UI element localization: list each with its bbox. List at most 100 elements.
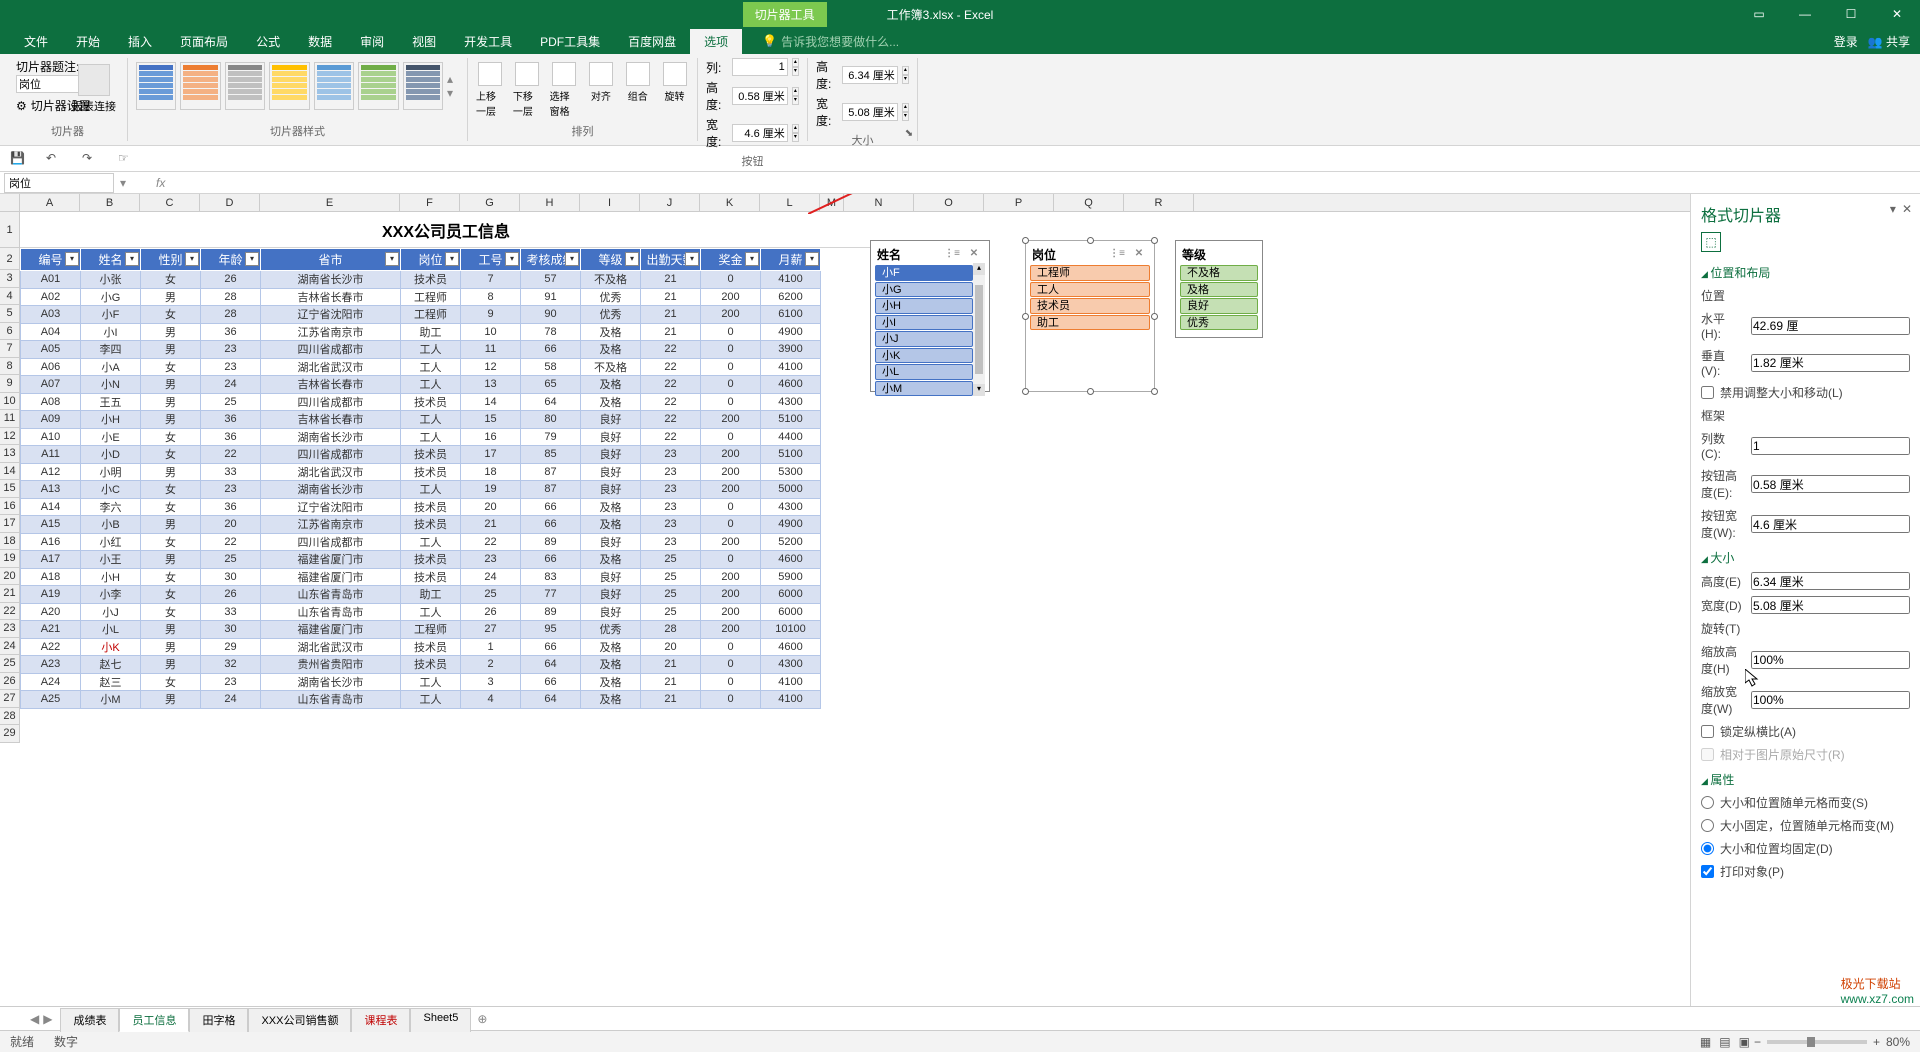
- formula-bar[interactable]: [171, 173, 1920, 193]
- zoom-in-icon[interactable]: +: [1873, 1035, 1880, 1049]
- row-header[interactable]: 24: [0, 638, 19, 656]
- size-properties-icon[interactable]: ⬚: [1701, 232, 1721, 252]
- multi-select-icon[interactable]: ⋮≡: [943, 247, 961, 261]
- btn-width-spinner[interactable]: ▴▾: [792, 124, 799, 142]
- clear-filter-icon[interactable]: ✕: [965, 247, 983, 261]
- table-row[interactable]: A17小王男25福建省厦门市技术员2366及格2504600: [21, 551, 821, 569]
- slicer-item[interactable]: 工程师: [1030, 265, 1150, 281]
- sheet-tab[interactable]: Sheet5: [410, 1008, 471, 1032]
- radio-fixed[interactable]: [1701, 842, 1714, 855]
- table-header[interactable]: 省市▾: [261, 249, 401, 271]
- sheet-tab[interactable]: 田字格: [189, 1008, 248, 1032]
- row-header[interactable]: 13: [0, 445, 19, 463]
- table-row[interactable]: A03小F女28辽宁省沈阳市工程师990优秀212006100: [21, 306, 821, 324]
- redo-icon[interactable]: ↷: [82, 151, 98, 167]
- row-header[interactable]: 23: [0, 620, 19, 638]
- table-header[interactable]: 考核成绩▾: [521, 249, 581, 271]
- table-row[interactable]: A04小I男36江苏省南京市助工1078及格2104900: [21, 323, 821, 341]
- table-row[interactable]: A01小张女26湖南省长沙市技术员757不及格2104100: [21, 271, 821, 289]
- ribbon-options-icon[interactable]: ▭: [1736, 0, 1782, 28]
- col-header[interactable]: R: [1124, 194, 1194, 211]
- filter-dropdown-icon[interactable]: ▾: [505, 252, 519, 266]
- zoom-value[interactable]: 80%: [1886, 1035, 1910, 1049]
- clear-filter-icon[interactable]: ✕: [1130, 247, 1148, 261]
- minimize-icon[interactable]: —: [1782, 0, 1828, 28]
- slicer-item[interactable]: 小K: [875, 348, 973, 364]
- size-width-input[interactable]: [1751, 596, 1910, 614]
- slicer-position[interactable]: 岗位⋮≡✕ 工程师工人技术员助工: [1025, 240, 1155, 392]
- col-header[interactable]: K: [700, 194, 760, 211]
- row-header[interactable]: 17: [0, 515, 19, 533]
- filter-dropdown-icon[interactable]: ▾: [385, 252, 399, 266]
- col-header[interactable]: Q: [1054, 194, 1124, 211]
- column-headers[interactable]: ABCDEFGHIJKLMNOPQR: [20, 194, 1690, 212]
- filter-dropdown-icon[interactable]: ▾: [685, 252, 699, 266]
- table-header[interactable]: 岗位▾: [401, 249, 461, 271]
- row-header[interactable]: 2: [0, 248, 19, 270]
- table-row[interactable]: A11小D女22四川省成都市技术员1785良好232005100: [21, 446, 821, 464]
- sheet-tab[interactable]: 员工信息: [119, 1008, 189, 1032]
- row-header[interactable]: 27: [0, 690, 19, 708]
- col-header[interactable]: P: [984, 194, 1054, 211]
- filter-dropdown-icon[interactable]: ▾: [125, 252, 139, 266]
- view-pagebreak-icon[interactable]: ▣: [1739, 1035, 1750, 1049]
- col-header[interactable]: O: [914, 194, 984, 211]
- table-row[interactable]: A21小L男30福建省厦门市工程师2795优秀2820010100: [21, 621, 821, 639]
- tab-审阅[interactable]: 审阅: [346, 29, 398, 54]
- table-row[interactable]: A09小H男36吉林省长春市工人1580良好222005100: [21, 411, 821, 429]
- style-green[interactable]: [358, 62, 398, 110]
- tab-插入[interactable]: 插入: [114, 29, 166, 54]
- col-header[interactable]: A: [20, 194, 80, 211]
- table-row[interactable]: A19小李女26山东省青岛市助工2577良好252006000: [21, 586, 821, 604]
- slicer-item[interactable]: 助工: [1030, 315, 1150, 331]
- tab-文件[interactable]: 文件: [10, 29, 62, 54]
- row-header[interactable]: 20: [0, 568, 19, 586]
- table-row[interactable]: A24赵三女23湖南省长沙市工人366及格2104100: [21, 673, 821, 691]
- table-header[interactable]: 等级▾: [581, 249, 641, 271]
- bring-forward-button[interactable]: 上移一层: [476, 62, 505, 118]
- tab-开始[interactable]: 开始: [62, 29, 114, 54]
- report-connections-button[interactable]: 报表连接: [69, 64, 119, 114]
- slicer-item[interactable]: 小L: [875, 364, 973, 380]
- filter-dropdown-icon[interactable]: ▾: [805, 252, 819, 266]
- namebox-dropdown-icon[interactable]: ▾: [120, 176, 126, 190]
- pane-dropdown-icon[interactable]: ▾: [1890, 202, 1896, 216]
- frame-btnh-input[interactable]: [1751, 475, 1910, 493]
- zoom-slider[interactable]: [1767, 1040, 1867, 1044]
- row-header[interactable]: 7: [0, 340, 19, 358]
- table-row[interactable]: A15小B男20江苏省南京市技术员2166及格2304900: [21, 516, 821, 534]
- view-layout-icon[interactable]: ▤: [1719, 1035, 1730, 1049]
- filter-dropdown-icon[interactable]: ▾: [445, 252, 459, 266]
- slicer-item[interactable]: 小H: [875, 298, 973, 314]
- col-header[interactable]: D: [200, 194, 260, 211]
- selection-pane-button[interactable]: 选择窗格: [550, 62, 579, 118]
- rotate-button[interactable]: 旋转: [660, 62, 689, 118]
- slicer-scrollbar[interactable]: ▴▾: [973, 263, 985, 396]
- slicer-item[interactable]: 小I: [875, 315, 973, 331]
- section-props[interactable]: 属性: [1701, 771, 1910, 788]
- table-row[interactable]: A13小C女23湖南省长沙市工人1987良好232005000: [21, 481, 821, 499]
- row-headers[interactable]: 1234567891011121314151617181920212223242…: [0, 212, 20, 743]
- col-header[interactable]: E: [260, 194, 400, 211]
- row-header[interactable]: 4: [0, 288, 19, 306]
- radio-move-size[interactable]: [1701, 796, 1714, 809]
- row-header[interactable]: 14: [0, 463, 19, 481]
- slicer-item[interactable]: 优秀: [1180, 315, 1258, 331]
- table-row[interactable]: A23赵七男32贵州省贵阳市技术员264及格2104300: [21, 656, 821, 674]
- filter-dropdown-icon[interactable]: ▾: [65, 252, 79, 266]
- table-header[interactable]: 姓名▾: [81, 249, 141, 271]
- styles-more-icon[interactable]: ▴▾: [447, 62, 459, 110]
- scale-h-input[interactable]: [1751, 651, 1910, 669]
- col-header[interactable]: I: [580, 194, 640, 211]
- table-row[interactable]: A02小G男28吉林省长春市工程师891优秀212006200: [21, 288, 821, 306]
- col-header[interactable]: H: [520, 194, 580, 211]
- table-row[interactable]: A05李四男23四川省成都市工人1166及格2203900: [21, 341, 821, 359]
- row-header[interactable]: 6: [0, 323, 19, 341]
- slicer-item[interactable]: 良好: [1180, 298, 1258, 314]
- pos-v-input[interactable]: [1751, 354, 1910, 372]
- row-header[interactable]: 26: [0, 673, 19, 691]
- col-header[interactable]: B: [80, 194, 140, 211]
- tab-PDF工具集[interactable]: PDF工具集: [526, 29, 614, 54]
- slicer-item[interactable]: 不及格: [1180, 265, 1258, 281]
- slicer-item[interactable]: 小G: [875, 282, 973, 298]
